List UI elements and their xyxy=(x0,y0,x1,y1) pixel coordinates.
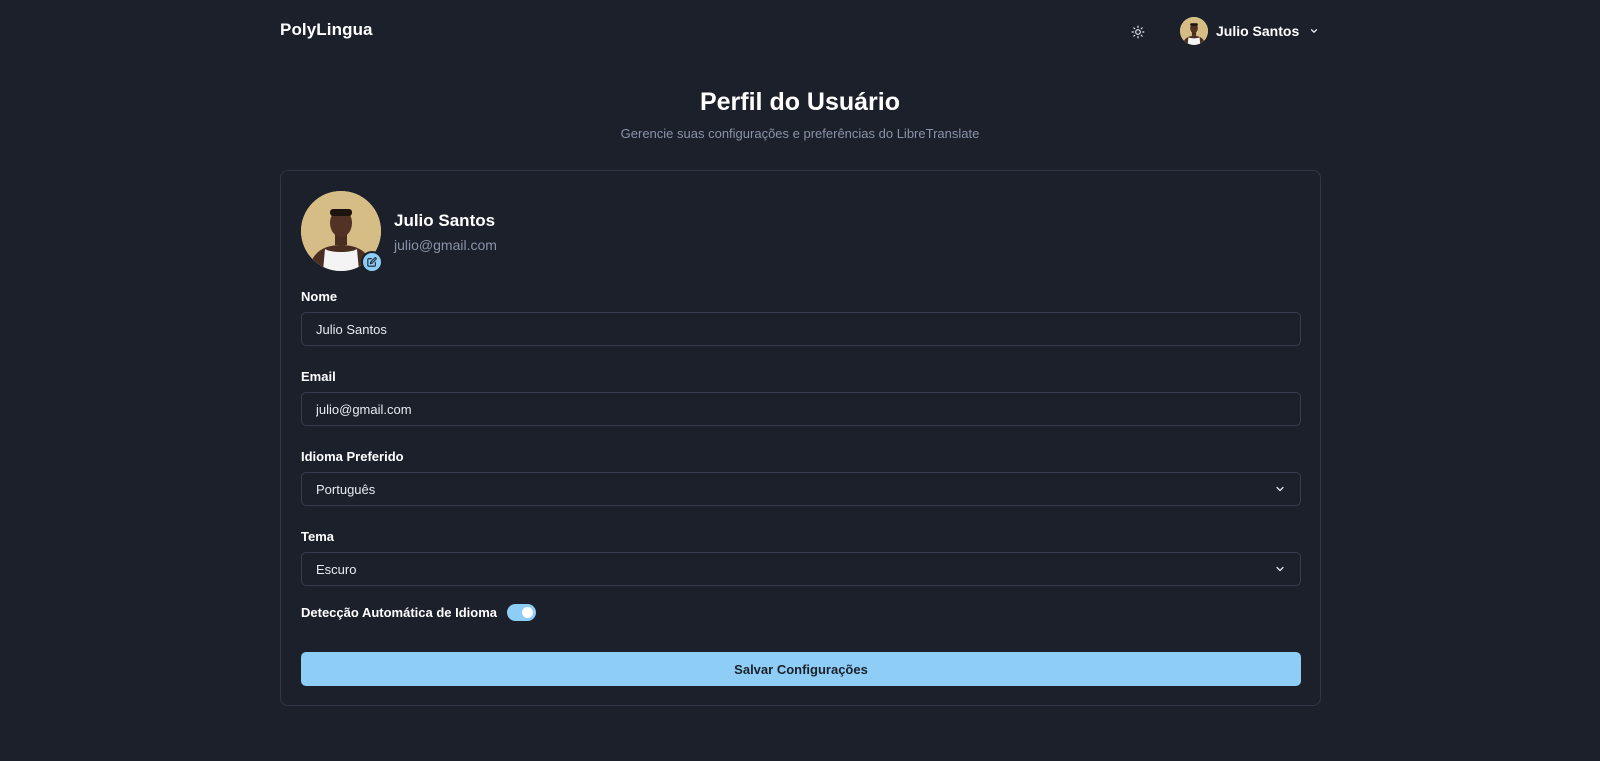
auto-detect-label: Detecção Automática de Idioma xyxy=(301,604,498,620)
chevron-down-icon xyxy=(1274,483,1286,495)
edit-icon xyxy=(367,257,377,267)
theme-select-value: Escuro xyxy=(316,561,357,577)
save-button[interactable]: Salvar Configurações xyxy=(301,652,1301,686)
user-menu-button[interactable]: Julio Santos xyxy=(1180,16,1319,46)
profile-settings-card: Julio Santos julio@gmail.com Nome Email … xyxy=(280,170,1321,706)
profile-email: julio@gmail.com xyxy=(394,237,497,253)
email-field[interactable] xyxy=(301,392,1301,426)
chevron-down-icon xyxy=(1274,563,1286,575)
theme-toggle-button[interactable] xyxy=(1124,18,1152,46)
avatar-edit-button[interactable] xyxy=(361,251,383,273)
language-field-label: Idioma Preferido xyxy=(301,449,404,464)
name-field-label: Nome xyxy=(301,289,338,304)
name-field[interactable] xyxy=(301,312,1301,346)
auto-detect-toggle[interactable] xyxy=(507,603,537,621)
theme-select[interactable]: Escuro xyxy=(301,552,1301,586)
profile-name: Julio Santos xyxy=(394,211,496,230)
theme-field-label: Tema xyxy=(301,529,334,544)
language-select-value: Português xyxy=(316,481,376,497)
email-field-label: Email xyxy=(301,369,336,384)
page-subtitle: Gerencie suas configurações e preferênci… xyxy=(620,126,980,141)
chevron-down-icon xyxy=(1309,26,1319,36)
top-navbar: PolyLingua Julio Santos xyxy=(0,0,1600,62)
toggle-knob xyxy=(522,606,534,618)
sun-icon xyxy=(1131,25,1145,39)
profile-avatar-container xyxy=(301,191,383,273)
auto-detect-row: Detecção Automática de Idioma xyxy=(301,602,537,622)
brand-logo[interactable]: PolyLingua xyxy=(280,20,373,40)
language-select[interactable]: Português xyxy=(301,472,1301,506)
header-avatar xyxy=(1180,17,1208,45)
header-user-name: Julio Santos xyxy=(1216,23,1300,39)
page-title: Perfil do Usuário xyxy=(699,88,901,116)
